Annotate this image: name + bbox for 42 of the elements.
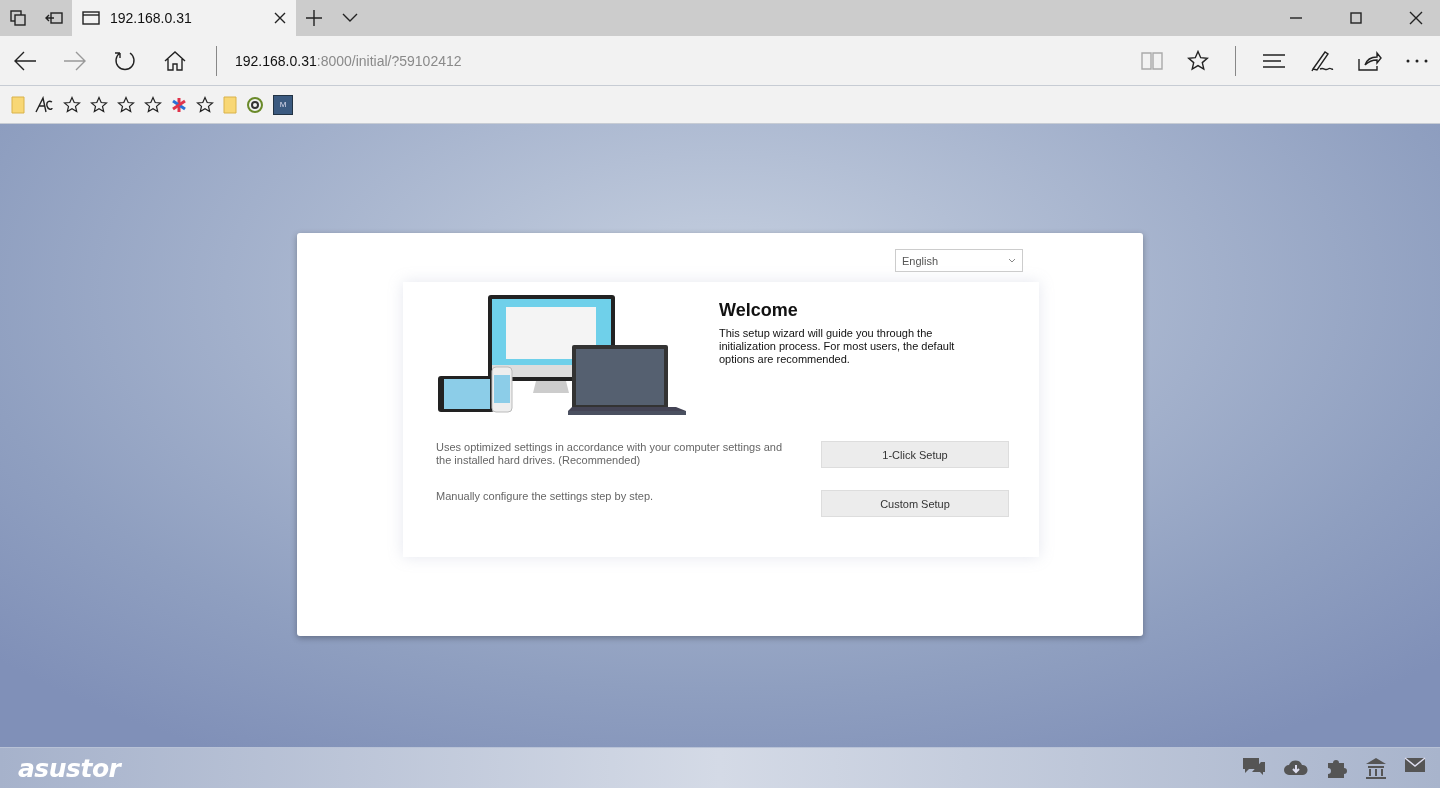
home-icon[interactable]: [164, 50, 186, 71]
mail-icon[interactable]: [1404, 757, 1426, 773]
close-icon[interactable]: [1409, 11, 1423, 25]
new-tab-icon[interactable]: [306, 10, 322, 26]
tabs-icon[interactable]: [10, 10, 26, 26]
forward-arrow-icon[interactable]: [63, 50, 87, 71]
intro-text: This setup wizard will guide you through the initialization process. For most users, the default options are recommended.: [719, 327, 956, 366]
page-icon: [82, 11, 100, 25]
app-tile-icon[interactable]: M: [273, 94, 293, 115]
swirl-icon[interactable]: [246, 95, 264, 114]
setup-button[interactable]: Custom Setup: [821, 490, 1009, 517]
browser-tab[interactable]: 192.168.0.31: [72, 0, 296, 36]
address-field[interactable]: 192.168.0.31:8000/initial/?59102412: [227, 52, 1129, 69]
share-icon[interactable]: [1358, 50, 1382, 71]
asterisk-icon[interactable]: [171, 96, 187, 113]
refresh-icon[interactable]: [114, 49, 136, 72]
star-icon[interactable]: [117, 95, 135, 114]
bank-icon[interactable]: [1365, 757, 1387, 779]
tab-aside-icon[interactable]: [45, 11, 63, 25]
chevron-down-icon: [1008, 258, 1016, 263]
back-arrow-icon[interactable]: [13, 50, 37, 71]
hub-lines-icon[interactable]: [1262, 52, 1286, 69]
star-icon[interactable]: [144, 95, 162, 114]
star-icon[interactable]: [196, 95, 214, 114]
brand-logo: asustor: [18, 753, 123, 783]
star-icon[interactable]: [63, 95, 81, 114]
pen-icon[interactable]: [1310, 49, 1334, 72]
maximize-icon[interactable]: [1350, 12, 1362, 24]
star-icon[interactable]: [1187, 49, 1209, 72]
chevron-down-icon[interactable]: [342, 13, 358, 23]
more-icon[interactable]: [1406, 58, 1428, 63]
language-select[interactable]: English: [895, 249, 1023, 272]
close-icon[interactable]: [274, 12, 286, 24]
tab-title: 192.168.0.31: [110, 10, 193, 26]
option-description: Uses optimized settings in accordance with your computer settings and the installed hard drives. (Recommended): [436, 441, 784, 467]
script-letters-icon[interactable]: [34, 95, 54, 114]
star-icon[interactable]: [90, 95, 108, 114]
welcome-title: Welcome: [719, 300, 799, 321]
chat-icon[interactable]: [1242, 757, 1266, 777]
setup-button[interactable]: 1-Click Setup: [821, 441, 1009, 468]
puzzle-icon[interactable]: [1326, 757, 1348, 779]
option-description: Manually configure the settings step by step.: [436, 490, 655, 503]
